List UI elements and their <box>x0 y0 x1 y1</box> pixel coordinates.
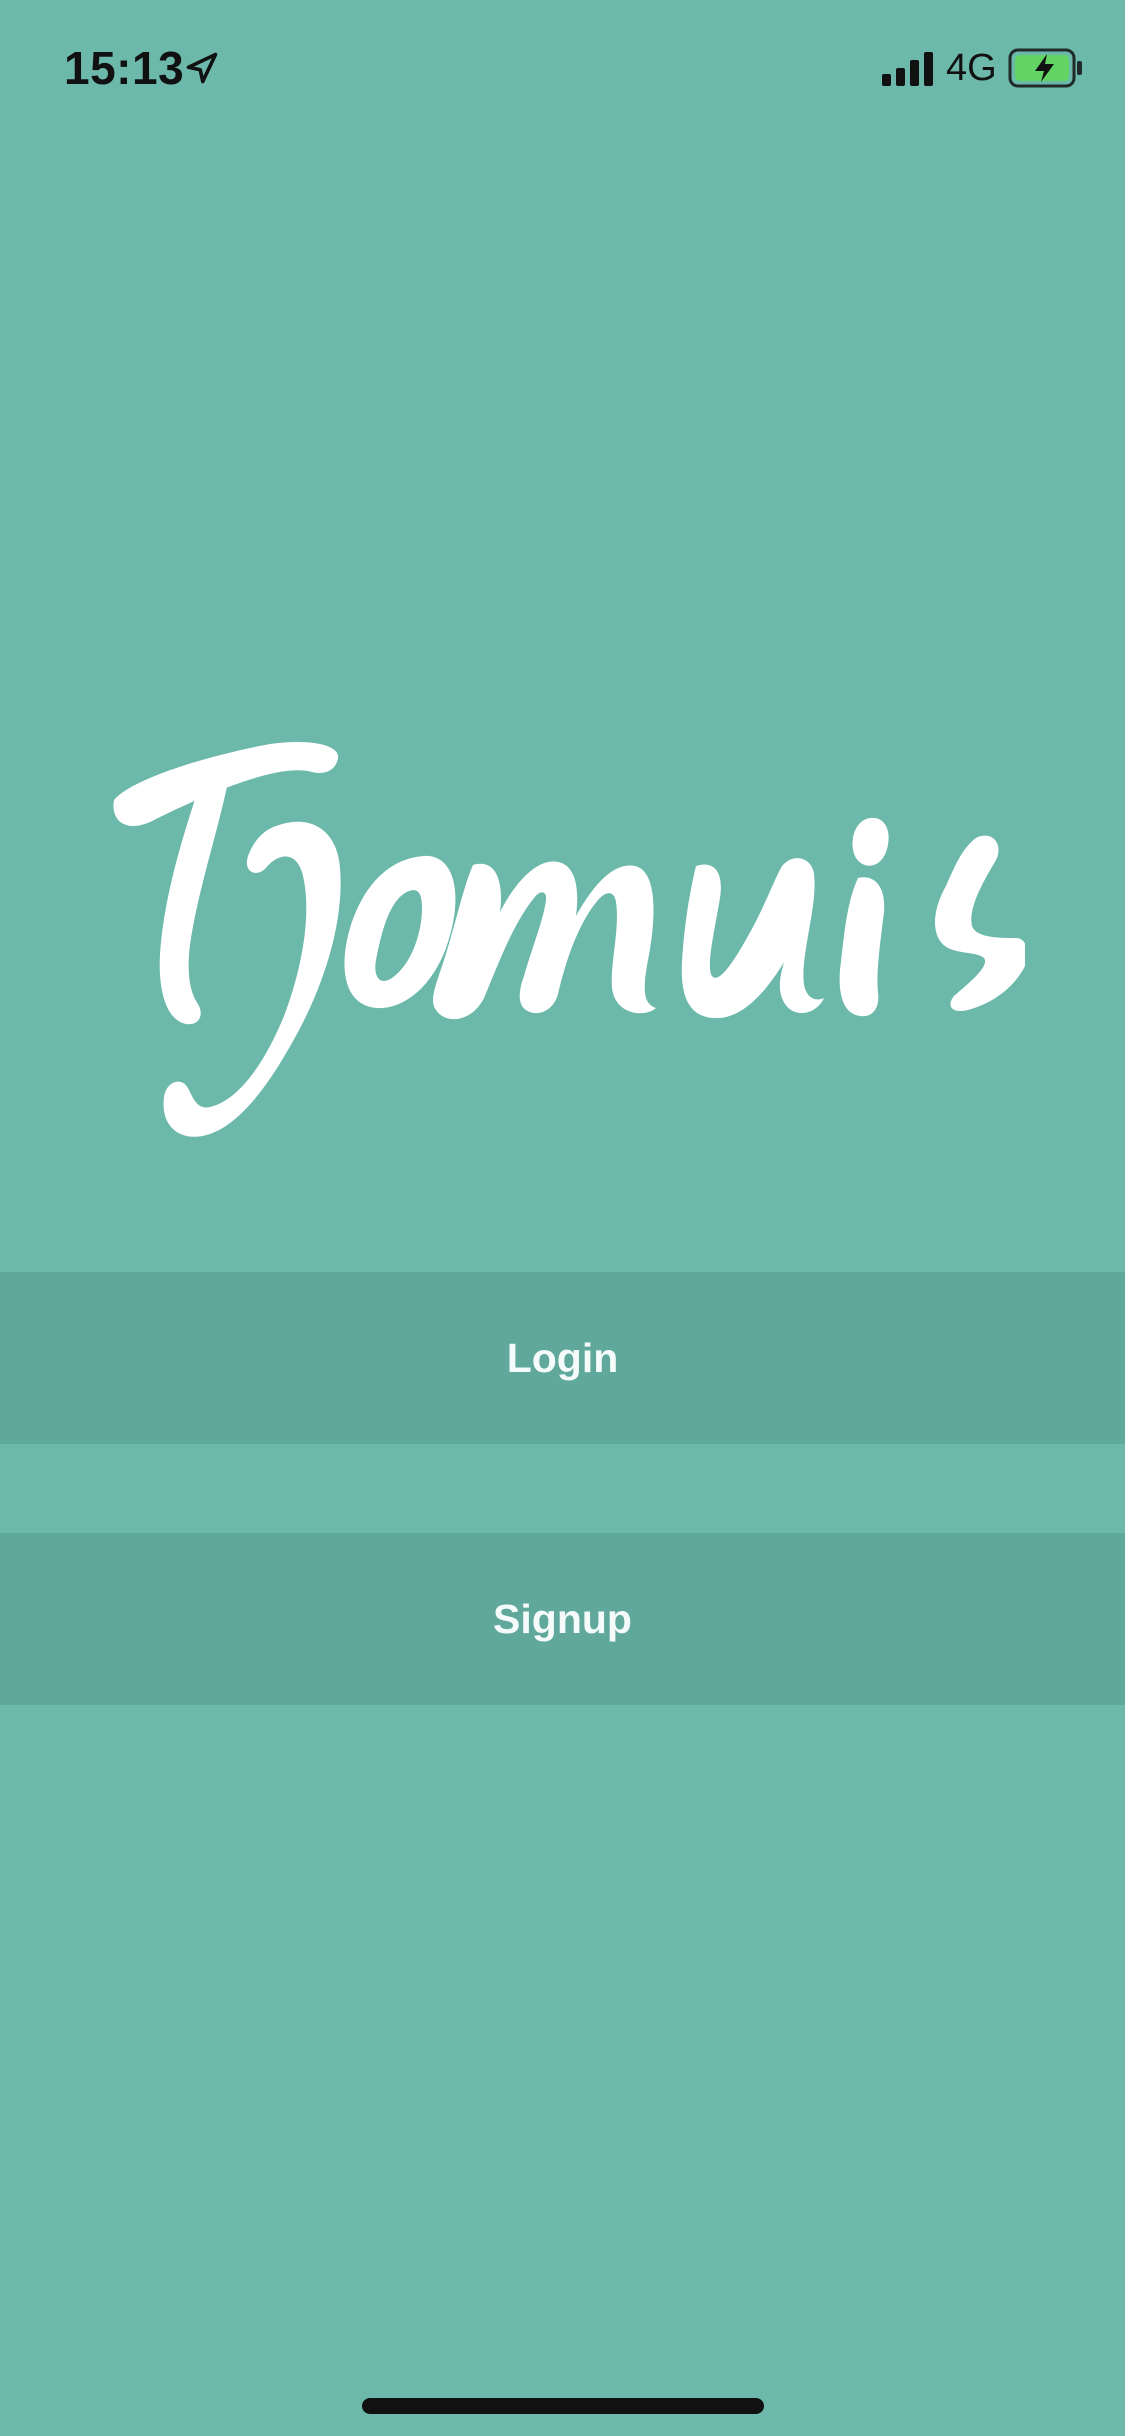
app-logo <box>113 741 1025 1137</box>
signup-button[interactable]: Signup <box>0 1533 1125 1705</box>
login-button[interactable]: Login <box>0 1272 1125 1444</box>
home-indicator <box>362 2398 764 2414</box>
location-arrow-icon <box>186 52 218 84</box>
network-type: 4G <box>946 47 997 89</box>
status-bar: 15:13 4G <box>0 0 1125 132</box>
battery-charging-icon <box>1008 48 1082 88</box>
status-time: 15:13 <box>64 42 185 94</box>
signal-bars-icon <box>882 52 933 86</box>
